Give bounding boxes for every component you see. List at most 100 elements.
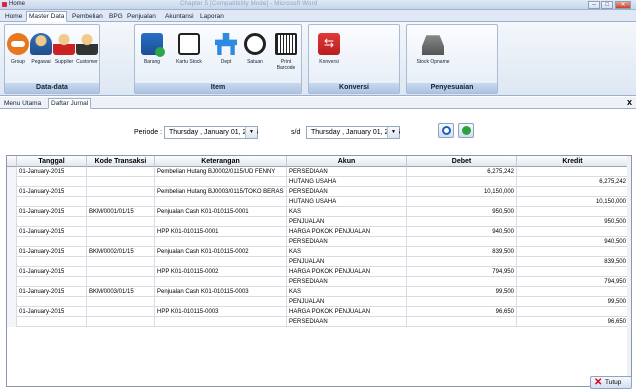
col-tanggal[interactable]: Tanggal: [17, 156, 87, 167]
table-cell: [155, 317, 287, 327]
conversion-icon: [318, 33, 340, 55]
table-cell: HPP K01-010115-0001: [155, 227, 287, 237]
tab-penjualan[interactable]: Penjualan: [124, 11, 159, 22]
row-selector[interactable]: [7, 277, 17, 287]
col-kredit[interactable]: Kredit: [517, 156, 629, 167]
table-row[interactable]: 01-January-2015 HPP K01-010115-0002 HARGA …: [7, 267, 631, 277]
table-cell: 01-January-2015: [17, 247, 87, 257]
search-button[interactable]: [438, 123, 454, 138]
maximize-button[interactable]: □: [601, 1, 613, 9]
table-cell: 940,500: [407, 227, 517, 237]
table-cell: Pembelian Hutang BJ0002/0115/UD FENNY: [155, 167, 287, 177]
table-row[interactable]: 01-January-2015 HPP K01-010115-0003 HARGA …: [7, 307, 631, 317]
close-document-icon[interactable]: x: [625, 98, 634, 107]
table-cell: [517, 207, 629, 217]
tab-bpg[interactable]: BPG: [106, 11, 126, 22]
row-selector[interactable]: [7, 197, 17, 207]
row-selector[interactable]: [7, 297, 17, 307]
table-cell: BKM/0002/01/15: [87, 247, 155, 257]
row-selector-header: [7, 156, 17, 167]
print-barcode-button[interactable]: Print Barcode: [271, 27, 301, 83]
refresh-button[interactable]: [458, 123, 474, 138]
table-cell: 839,500: [407, 247, 517, 257]
table-row[interactable]: 01-January-2015 Pembelian Hutang BJ0003/0…: [7, 187, 631, 197]
table-row[interactable]: 01-January-2015 BKM/0003/01/15 Penjualan C…: [7, 287, 631, 297]
table-cell: 950,500: [407, 207, 517, 217]
chevron-down-icon[interactable]: ▼: [387, 127, 399, 138]
tab-home[interactable]: Home: [2, 11, 25, 22]
row-selector[interactable]: [7, 257, 17, 267]
journal-table[interactable]: Tanggal Kode Transaksi Keterangan Akun D…: [6, 155, 632, 387]
table-row[interactable]: 01-January-2015 BKM/0002/01/15 Penjualan C…: [7, 247, 631, 257]
table-row[interactable]: 01-January-2015 Pembelian Hutang BJ0002/0…: [7, 167, 631, 177]
row-selector[interactable]: [7, 207, 17, 217]
row-selector[interactable]: [7, 317, 17, 327]
satuan-button[interactable]: Satuan: [241, 27, 269, 83]
table-row[interactable]: PENJUALAN 839,500: [7, 257, 631, 267]
col-akun[interactable]: Akun: [287, 156, 407, 167]
row-selector[interactable]: [7, 307, 17, 317]
table-cell: [517, 167, 629, 177]
minimize-button[interactable]: –: [588, 1, 600, 9]
row-selector[interactable]: [7, 237, 17, 247]
row-selector[interactable]: [7, 227, 17, 237]
table-row[interactable]: PENJUALAN 99,500: [7, 297, 631, 307]
scale-icon: [244, 33, 266, 55]
table-row[interactable]: 01-January-2015 BKM/0001/01/15 Penjualan C…: [7, 207, 631, 217]
vertical-scrollbar[interactable]: [627, 156, 631, 386]
table-row[interactable]: PERSEDIAAN 794,950: [7, 277, 631, 287]
kartu-stock-button[interactable]: Kartu Stock: [171, 27, 207, 83]
table-cell: HARGA POKOK PENJUALAN: [287, 307, 407, 317]
table-cell: [87, 267, 155, 277]
row-selector[interactable]: [7, 167, 17, 177]
supplier-button[interactable]: Supplier: [53, 27, 75, 83]
tutup-button[interactable]: ✕ Tutup: [590, 376, 632, 389]
table-row[interactable]: PERSEDIAAN 96,650: [7, 317, 631, 327]
row-selector[interactable]: [7, 217, 17, 227]
row-selector[interactable]: [7, 267, 17, 277]
end-date-picker[interactable]: Thursday , January 01, 2015 ▼: [306, 126, 400, 139]
table-cell: KAS: [287, 247, 407, 257]
table-cell: Pembelian Hutang BJ0003/0115/TOKO BERAS: [155, 187, 287, 197]
barang-button[interactable]: Barang: [139, 27, 165, 83]
col-debet[interactable]: Debet: [407, 156, 517, 167]
table-cell: [87, 197, 155, 207]
start-date-picker[interactable]: Thursday , January 01, 2015 ▼: [164, 126, 258, 139]
ribbon-group-data: Group Pegawai Supplier Customer Data-dat…: [4, 24, 100, 94]
row-selector[interactable]: [7, 287, 17, 297]
table-row[interactable]: HUTANG USAHA 10,150,000: [7, 197, 631, 207]
group-button[interactable]: Group: [7, 27, 29, 83]
chevron-down-icon[interactable]: ▼: [245, 127, 257, 138]
table-cell: [517, 307, 629, 317]
tab-akuntansi[interactable]: Akuntansi: [162, 11, 197, 22]
table-cell: 96,650: [517, 317, 629, 327]
table-cell: HARGA POKOK PENJUALAN: [287, 227, 407, 237]
table-cell: [517, 247, 629, 257]
table-cell: PERSEDIAAN: [287, 237, 407, 247]
row-selector[interactable]: [7, 247, 17, 257]
table-cell: [87, 277, 155, 287]
row-selector[interactable]: [7, 187, 17, 197]
dept-button[interactable]: Dept: [213, 27, 239, 83]
col-keterangan[interactable]: Keterangan: [155, 156, 287, 167]
table-cell: [87, 307, 155, 317]
table-cell: [17, 177, 87, 187]
stock-opname-button[interactable]: Stock Opname: [413, 27, 453, 83]
tab-laporan[interactable]: Laporan: [197, 11, 227, 22]
table-row[interactable]: PERSEDIAAN 940,500: [7, 237, 631, 247]
table-cell: [87, 227, 155, 237]
tab-master-data[interactable]: Master Data: [26, 11, 68, 22]
tab-pembelian[interactable]: Pembelian: [69, 11, 106, 22]
close-window-button[interactable]: ✕: [615, 1, 631, 9]
pegawai-button[interactable]: Pegawai: [30, 27, 52, 83]
table-row[interactable]: 01-January-2015 HPP K01-010115-0001 HARGA …: [7, 227, 631, 237]
konversi-button[interactable]: Konversi: [313, 27, 345, 83]
table-row[interactable]: PENJUALAN 950,500: [7, 217, 631, 227]
customer-button[interactable]: Customer: [76, 27, 98, 83]
table-row[interactable]: HUTANG USAHA 6,275,242: [7, 177, 631, 187]
tab-daftar-jurnal[interactable]: Daftar Jurnal: [48, 98, 92, 109]
row-selector[interactable]: [7, 177, 17, 187]
tab-menu-utama[interactable]: Menu Utama: [1, 98, 44, 109]
table-cell: [407, 217, 517, 227]
col-kode-transaksi[interactable]: Kode Transaksi: [87, 156, 155, 167]
